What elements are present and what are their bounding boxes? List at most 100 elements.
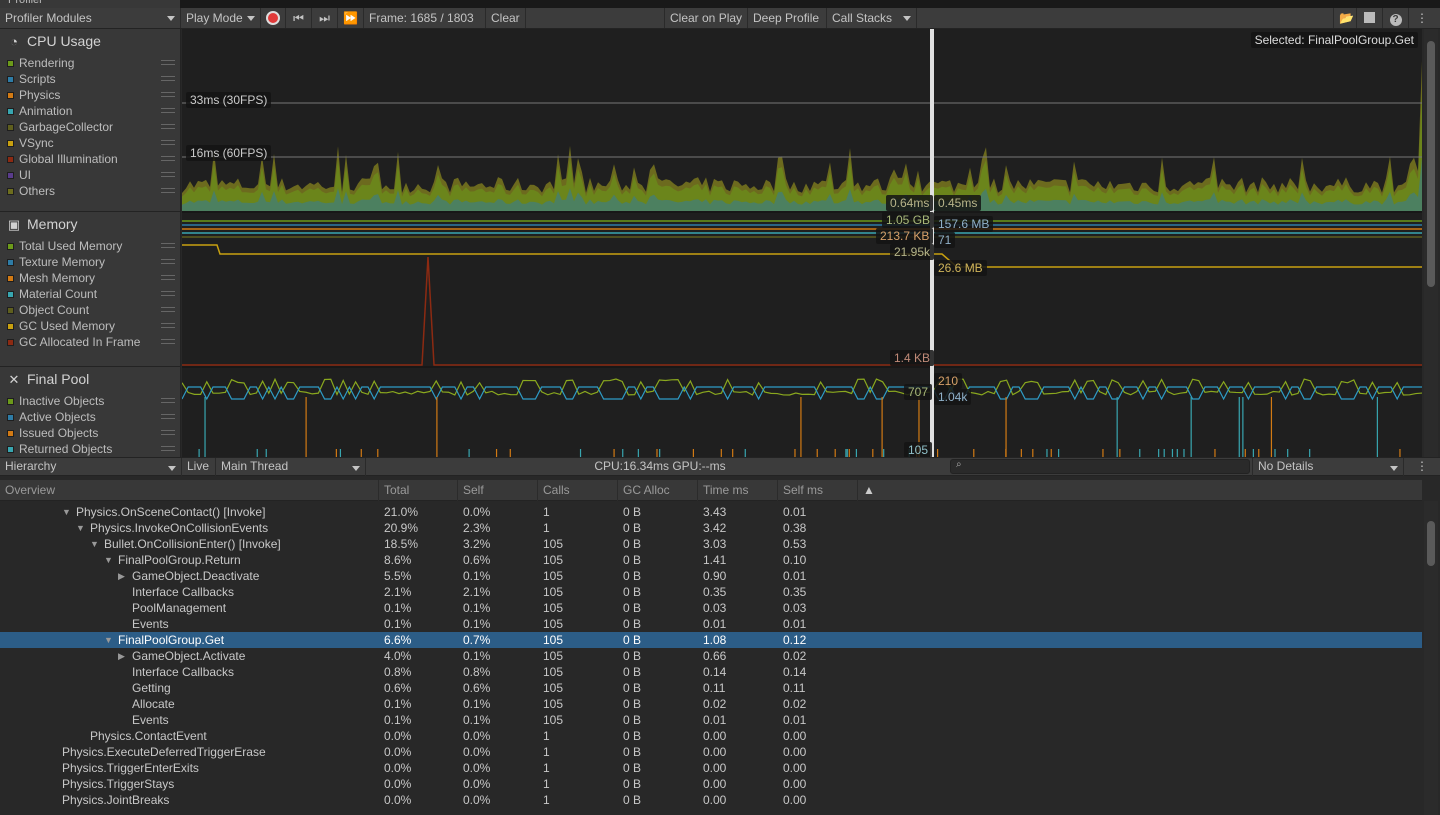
drag-handle-icon[interactable] [161,140,175,145]
module-final-pool[interactable]: ✕ Final Pool Inactive Objects Active Objec… [0,367,181,457]
expand-closed-icon[interactable]: ▶ [118,568,125,584]
drag-handle-icon[interactable] [161,92,175,97]
legend-item[interactable]: Physics [7,87,177,103]
warning-column[interactable]: ▲ [857,480,883,501]
column-self[interactable]: Self [457,480,537,501]
tree-row[interactable]: ▼ FinalPoolGroup.Return 8.6% 0.6% 105 0 B 1.41… [0,552,1422,568]
live-toggle[interactable]: Live [182,458,216,476]
drag-handle-icon[interactable] [161,339,175,344]
tree-row[interactable]: Interface Callbacks 2.1% 2.1% 105 0 B 0.35 0.3… [0,584,1422,600]
tree-row[interactable]: ▼ Bullet.OnCollisionEnter() [Invoke] 18.5%… [0,536,1422,552]
legend-item[interactable]: UI [7,167,177,183]
more-menu-button[interactable]: ⋮ [1409,8,1435,28]
tree-row[interactable]: ▼ FinalPoolGroup.Get 6.6% 0.7% 105 0 B 1.08 0.1… [0,632,1422,648]
drag-handle-icon[interactable] [161,323,175,328]
legend-item[interactable]: Texture Memory [7,254,177,270]
drag-handle-icon[interactable] [161,243,175,248]
tree-row[interactable]: ▶ GameObject.Deactivate 5.5% 0.1% 105 0 B 0.90… [0,568,1422,584]
tree-row[interactable]: Physics.ContactEvent 0.0% 0.0% 1 0 B 0.00 0.00 [0,728,1422,744]
column-gc-alloc[interactable]: GC Alloc [617,480,697,501]
expand-open-icon[interactable]: ▼ [90,536,99,552]
profiler-charts[interactable]: 33ms (30FPS) 16ms (60FPS) Selected: Fina… [181,29,1423,458]
load-button[interactable]: 📂 [1333,8,1357,28]
drag-handle-icon[interactable] [161,188,175,193]
modules-scrollbar[interactable] [1424,29,1438,457]
legend-item[interactable]: GC Used Memory [7,318,177,334]
next-frame-button[interactable]: ⏭ [312,8,338,28]
clear-on-play-toggle[interactable]: Clear on Play [664,8,748,28]
profiler-modules-dropdown[interactable]: Profiler Modules [0,8,181,28]
tree-row[interactable]: Physics.TriggerEnterExits 0.0% 0.0% 1 0 B 0.0… [0,760,1422,776]
legend-item[interactable]: Inactive Objects [7,393,177,409]
hierarchy-menu-button[interactable]: ⋮ [1408,458,1436,476]
deep-profile-toggle[interactable]: Deep Profile [748,8,827,28]
tree-row[interactable]: Getting 0.6% 0.6% 105 0 B 0.11 0.11 [0,680,1422,696]
legend-item[interactable]: Mesh Memory [7,270,177,286]
play-mode-dropdown[interactable]: Play Mode [181,8,261,28]
legend-item[interactable]: GC Allocated In Frame [7,334,177,350]
column-time-ms[interactable]: Time ms [697,480,777,501]
module-cpu[interactable]: ◔ CPU Usage Rendering Scripts Physics Animat… [0,29,181,212]
drag-handle-icon[interactable] [161,291,175,296]
tree-row[interactable]: Physics.TriggerStays 0.0% 0.0% 1 0 B 0.00 0.00 [0,776,1422,792]
tree-row[interactable]: ▼ Physics.OnSceneContact() [Invoke] 21.0% 0… [0,504,1422,520]
column-calls[interactable]: Calls [537,480,617,501]
drag-handle-icon[interactable] [161,76,175,81]
first-frame-button[interactable]: ⏮ [286,8,312,28]
save-button[interactable] [1357,8,1383,28]
legend-item[interactable]: GarbageCollector [7,119,177,135]
column-self-ms[interactable]: Self ms [777,480,857,501]
tree-row[interactable]: Allocate 0.1% 0.1% 105 0 B 0.02 0.02 [0,696,1422,712]
charts-canvas[interactable] [181,29,1423,457]
drag-handle-icon[interactable] [161,172,175,177]
tree-row[interactable]: Physics.JointBreaks 0.0% 0.0% 1 0 B 0.00 0.00 [0,792,1422,808]
tree-row[interactable]: ▼ Physics.InvokeOnCollisionEvents 20.9% 2.3… [0,520,1422,536]
column-overview[interactable]: Overview [0,480,378,501]
column-total[interactable]: Total [378,480,457,501]
drag-handle-icon[interactable] [161,156,175,161]
expand-open-icon[interactable]: ▼ [104,632,113,648]
tree-row[interactable]: Interface Callbacks 0.8% 0.8% 105 0 B 0.14 0.1… [0,664,1422,680]
last-frame-button[interactable]: ⏩ [338,8,364,28]
expand-open-icon[interactable]: ▼ [76,520,85,536]
legend-item[interactable]: Returned Objects [7,441,177,457]
drag-handle-icon[interactable] [161,108,175,113]
record-button[interactable] [261,8,286,28]
drag-handle-icon[interactable] [161,124,175,129]
expand-closed-icon[interactable]: ▶ [118,648,125,664]
tree-row[interactable]: Events 0.1% 0.1% 105 0 B 0.01 0.01 [0,712,1422,728]
tree-row[interactable]: ▶ GameObject.Activate 4.0% 0.1% 105 0 B 0.66 0.… [0,648,1422,664]
expand-open-icon[interactable]: ▼ [104,552,113,568]
expand-open-icon[interactable]: ▼ [62,504,71,520]
thread-dropdown[interactable]: Main Thread [216,458,366,476]
tree-row[interactable]: Physics.ExecuteDeferredTriggerErase 0.0% 0… [0,744,1422,760]
drag-handle-icon[interactable] [161,307,175,312]
module-memory[interactable]: ▣ Memory Total Used Memory Texture Memory M… [0,212,181,367]
drag-handle-icon[interactable] [161,275,175,280]
legend-item[interactable]: Total Used Memory [7,238,177,254]
legend-item[interactable]: Scripts [7,71,177,87]
legend-item[interactable]: Animation [7,103,177,119]
help-button[interactable]: ? [1383,8,1409,28]
drag-handle-icon[interactable] [161,414,175,419]
legend-item[interactable]: VSync [7,135,177,151]
drag-handle-icon[interactable] [161,446,175,451]
legend-item[interactable]: Issued Objects [7,425,177,441]
tree-row[interactable]: Events 0.1% 0.1% 105 0 B 0.01 0.01 [0,616,1422,632]
view-dropdown[interactable]: Hierarchy [0,458,182,476]
details-dropdown[interactable]: No Details [1252,458,1404,476]
clear-button[interactable]: Clear [486,8,526,28]
tree-scrollbar[interactable] [1424,501,1438,815]
legend-item[interactable]: Rendering [7,55,177,71]
legend-item[interactable]: Active Objects [7,409,177,425]
tree-row[interactable]: PoolManagement 0.1% 0.1% 105 0 B 0.03 0.03 [0,600,1422,616]
drag-handle-icon[interactable] [161,430,175,435]
legend-item[interactable]: Others [7,183,177,199]
drag-handle-icon[interactable] [161,259,175,264]
drag-handle-icon[interactable] [161,398,175,403]
legend-item[interactable]: Material Count [7,286,177,302]
tab-profiler[interactable]: Profiler [0,0,180,8]
legend-item[interactable]: Global Illumination [7,151,177,167]
search-input[interactable] [950,459,1250,474]
drag-handle-icon[interactable] [161,60,175,65]
